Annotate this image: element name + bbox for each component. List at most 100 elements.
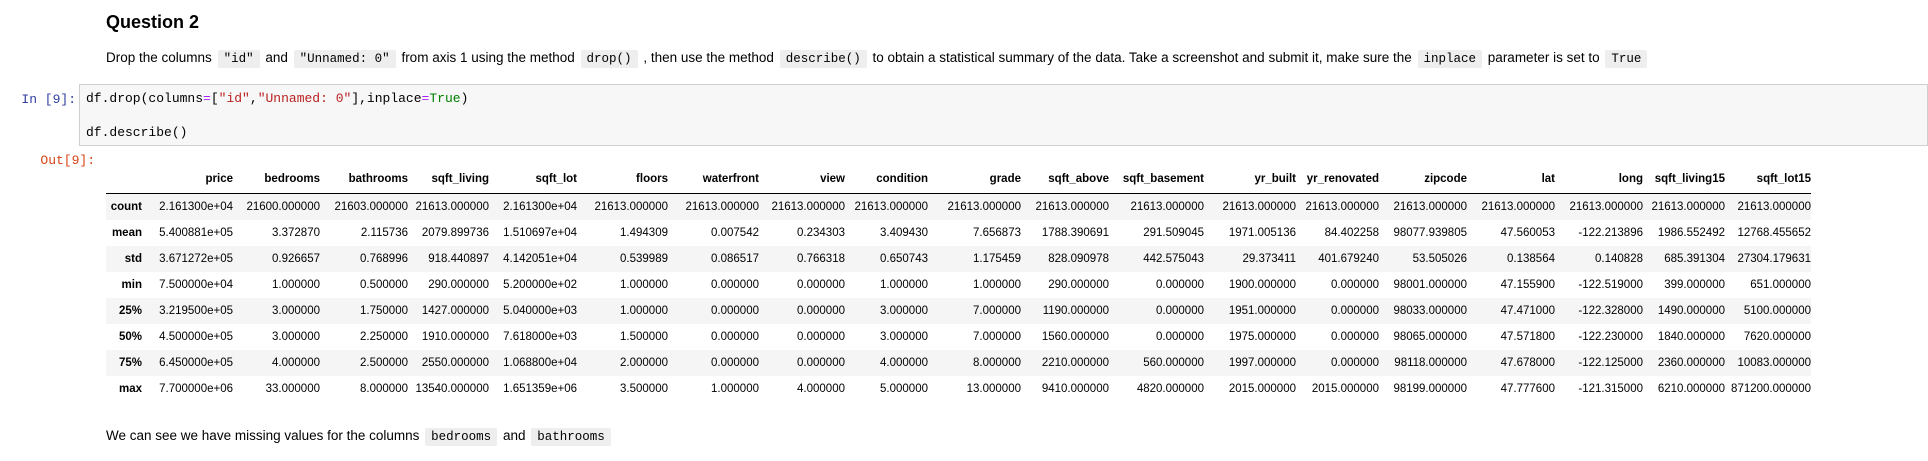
code-token: df.drop(columns — [86, 91, 204, 106]
inline-code-id: "id" — [217, 50, 260, 68]
table-cell: 290.000000 — [428, 279, 489, 291]
note-text: We can see we have missing values for th… — [106, 424, 1908, 449]
table-cell: 2.161300e+04 — [503, 201, 577, 213]
column-header: condition — [845, 165, 928, 194]
table-cell: 399.000000 — [1664, 279, 1725, 291]
table-cell: 98118.000000 — [1394, 357, 1467, 369]
table-cell: 4.000000 — [272, 357, 320, 369]
table-cell: 1490.000000 — [1657, 305, 1725, 317]
code-input-area[interactable]: df.drop(columns=["id","Unnamed: 0"],inpl… — [79, 84, 1928, 146]
table-cell: 1997.000000 — [1228, 357, 1296, 369]
column-header: view — [759, 165, 845, 194]
table-cell: 2550.000000 — [421, 357, 489, 369]
table-cell: 7.000000 — [973, 331, 1021, 343]
table-cell: 2079.899736 — [421, 227, 489, 239]
table-cell: 0.000000 — [711, 357, 759, 369]
table-cell: 0.000000 — [1156, 305, 1204, 317]
table-cell: -122.125000 — [1578, 357, 1643, 369]
table-cell: 12768.455652 — [1737, 227, 1811, 239]
table-cell: 2015.000000 — [1311, 383, 1379, 395]
table-cell: 21613.000000 — [1305, 201, 1379, 213]
table-cell: 21613.000000 — [771, 201, 845, 213]
column-header: sqft_above — [1021, 165, 1109, 194]
note-text-2: and — [502, 428, 526, 443]
table-cell: 1.494309 — [620, 227, 668, 239]
table-cell: 3.372870 — [272, 227, 320, 239]
table-cell: 1840.000000 — [1657, 331, 1725, 343]
inline-code-bedrooms: bedrooms — [425, 428, 498, 446]
table-cell: 21613.000000 — [947, 201, 1021, 213]
table-cell: 47.560053 — [1500, 227, 1555, 239]
table-cell: 560.000000 — [1143, 357, 1204, 369]
code-token: , — [249, 91, 258, 106]
column-header: sqft_basement — [1109, 165, 1204, 194]
table-cell: 1190.000000 — [1042, 305, 1109, 317]
table-row: 75% 6.450000e+05 4.000000 2.500000 2550.0000… — [106, 350, 1811, 376]
table-header-row: price bedrooms bathrooms sqft_living sqf… — [106, 165, 1811, 194]
table-cell: 1.000000 — [973, 279, 1021, 291]
table-cell: 1.500000 — [620, 331, 668, 343]
column-header: price — [146, 165, 233, 194]
table-cell: 1.175459 — [973, 253, 1021, 265]
table-cell: 98001.000000 — [1393, 279, 1467, 291]
table-cell: 0.000000 — [797, 305, 845, 317]
table-cell: 3.500000 — [620, 383, 668, 395]
table-cell: 1986.552492 — [1657, 227, 1725, 239]
instruction-text-1: Drop the columns — [106, 50, 212, 65]
row-index-label: count — [110, 201, 142, 213]
code-token: [ — [210, 91, 219, 106]
table-cell: 2.115736 — [360, 227, 408, 239]
column-header: sqft_lot15 — [1725, 165, 1811, 194]
table-cell: 0.138564 — [1507, 253, 1555, 265]
table-cell: 0.768996 — [360, 253, 408, 265]
table-cell: 3.000000 — [880, 331, 928, 343]
table-cell: 7.700000e+06 — [159, 383, 233, 395]
table-row: 25% 3.219500e+05 3.000000 1.750000 1427.0000… — [106, 298, 1811, 324]
table-cell: 21613.000000 — [1737, 201, 1811, 213]
table-cell: 1.000000 — [711, 383, 759, 395]
table-cell: 1.000000 — [880, 279, 928, 291]
table-cell: 5.400881e+05 — [159, 227, 233, 239]
table-cell: 0.007542 — [711, 227, 759, 239]
table-cell: 0.000000 — [1331, 305, 1379, 317]
table-cell: 1560.000000 — [1041, 331, 1109, 343]
code-keyword: True — [429, 91, 461, 106]
table-cell: 401.679240 — [1318, 253, 1379, 265]
table-cell: 47.571800 — [1500, 331, 1555, 343]
table-cell: 918.440897 — [428, 253, 489, 265]
table-body: count 2.161300e+04 21600.000000 21603.00000… — [106, 193, 1811, 403]
table-cell: 5.040000e+03 — [503, 305, 577, 317]
column-header: zipcode — [1379, 165, 1467, 194]
column-header: bathrooms — [320, 165, 408, 194]
instruction-text-5: to obtain a statistical summary of the d… — [872, 50, 1412, 65]
table-cell: 1.651359e+06 — [503, 383, 577, 395]
code-token: ],inplace — [351, 91, 422, 106]
inline-code-describe: describe() — [779, 50, 867, 68]
table-cell: 3.000000 — [272, 305, 320, 317]
table-cell: 21613.000000 — [1393, 201, 1467, 213]
table-cell: 0.000000 — [797, 331, 845, 343]
table-row: std 3.671272e+05 0.926657 0.768996 918.44089… — [106, 246, 1811, 272]
markdown-cell-question[interactable]: Question 2 Drop the columns "id" and "Un… — [106, 8, 1908, 71]
inline-code-bathrooms: bathrooms — [531, 428, 611, 446]
table-cell: 8.000000 — [973, 357, 1021, 369]
table-cell: 13.000000 — [966, 383, 1021, 395]
table-cell: 0.000000 — [1331, 279, 1379, 291]
table-cell: 21613.000000 — [854, 201, 928, 213]
table-cell: 1.750000 — [360, 305, 408, 317]
table-cell: 29.373411 — [1242, 253, 1296, 265]
markdown-cell-note[interactable]: We can see we have missing values for th… — [106, 424, 1908, 449]
table-cell: 1900.000000 — [1228, 279, 1296, 291]
table-cell: 33.000000 — [265, 383, 320, 395]
row-index-label: std — [124, 253, 142, 265]
table-cell: 6.450000e+05 — [159, 357, 233, 369]
table-cell: 13540.000000 — [415, 383, 489, 395]
table-row: count 2.161300e+04 21600.000000 21603.00000… — [106, 193, 1811, 220]
table-cell: 7.618000e+03 — [503, 331, 577, 343]
table-cell: 0.539989 — [620, 253, 668, 265]
table-cell: 9410.000000 — [1041, 383, 1109, 395]
table-cell: 4.142051e+04 — [503, 253, 577, 265]
table-cell: 47.678000 — [1500, 357, 1555, 369]
table-cell: 3.000000 — [880, 305, 928, 317]
table-cell: 84.402258 — [1324, 227, 1379, 239]
